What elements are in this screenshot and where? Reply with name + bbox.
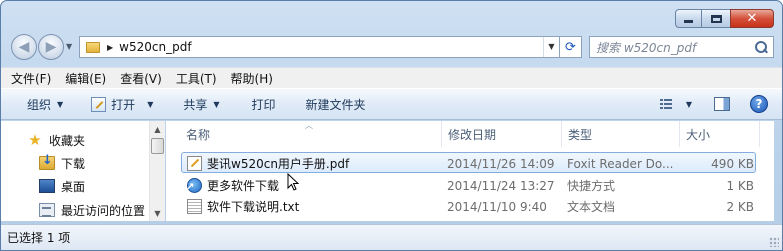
- close-button[interactable]: ✕: [730, 9, 774, 28]
- scroll-down-icon[interactable]: ▼: [150, 205, 165, 221]
- preview-pane-icon: [714, 97, 730, 111]
- column-header-type[interactable]: 类型: [562, 121, 680, 147]
- pdf-file-icon: [187, 156, 202, 171]
- change-view-button[interactable]: ▼: [659, 89, 692, 119]
- file-row[interactable]: 斐讯w520cn用户手册.pdf 2014/11/26 14:09 Foxit …: [181, 152, 756, 173]
- organize-label: 组织: [27, 97, 52, 112]
- breadcrumb-chevron-icon[interactable]: ▶: [107, 43, 113, 52]
- nav-item-label: 收藏夹: [49, 133, 86, 148]
- menu-tools[interactable]: 工具(T): [176, 70, 217, 87]
- shortcut-icon: [187, 178, 202, 193]
- text-file-icon: [187, 199, 202, 214]
- open-label: 打开: [111, 97, 136, 112]
- navigation-bar: ◀ ▶ ▼ ▶ w520cn_pdf ▼ ⟳ 搜索 w520cn_pdf: [11, 34, 774, 60]
- file-name-cell: 斐讯w520cn用户手册.pdf: [187, 153, 437, 174]
- nav-item-recent-places[interactable]: 最近访问的位置: [39, 199, 145, 221]
- file-type-cell: 快捷方式: [567, 179, 616, 193]
- menu-bar: 文件(F) 编辑(E) 查看(V) 工具(T) 帮助(H): [1, 67, 782, 88]
- chevron-down-icon: ▼: [685, 99, 692, 109]
- nav-item-favorites[interactable]: ★ 收藏夹: [27, 129, 85, 151]
- file-type-cell: 文本文档: [567, 200, 616, 214]
- nav-item-desktop[interactable]: 桌面: [39, 175, 85, 197]
- search-placeholder: 搜索 w520cn_pdf: [596, 40, 697, 55]
- menu-edit[interactable]: 编辑(E): [65, 70, 106, 87]
- maximize-icon: [710, 14, 722, 23]
- nav-item-label: 下载: [61, 156, 86, 171]
- chevron-down-icon: ▼: [213, 99, 220, 109]
- new-folder-label: 新建文件夹: [305, 97, 366, 112]
- caption-buttons: ✕: [675, 9, 774, 28]
- share-button[interactable]: 共享 ▼: [183, 89, 219, 119]
- desktop-icon: [39, 179, 55, 193]
- search-input[interactable]: 搜索 w520cn_pdf: [589, 36, 774, 58]
- search-icon[interactable]: [755, 40, 768, 54]
- nav-item-label: 最近访问的位置: [61, 203, 146, 218]
- preview-pane-button[interactable]: [714, 89, 730, 119]
- chevron-down-icon[interactable]: ▼: [147, 100, 153, 109]
- file-size-cell: 490 KB: [711, 156, 754, 171]
- back-arrow-icon: ◀: [18, 39, 30, 55]
- navigation-pane: ★ 收藏夹 下载 桌面 最近访问的位置 ▲ ▼: [1, 121, 165, 221]
- organize-button[interactable]: 组织 ▼: [27, 89, 63, 119]
- open-button[interactable]: 打开 ▼: [91, 89, 153, 119]
- help-button[interactable]: ?: [750, 89, 768, 119]
- command-bar: 组织 ▼ 打开 ▼ 共享 ▼ 打印 新建文件夹 ▼ ?: [1, 88, 782, 120]
- star-icon: ★: [28, 131, 42, 149]
- column-header-modified[interactable]: 修改日期: [442, 121, 562, 147]
- recent-places-icon: [39, 203, 55, 217]
- print-button[interactable]: 打印: [252, 89, 276, 119]
- view-details-icon: [659, 98, 674, 110]
- menu-help[interactable]: 帮助(H): [231, 70, 273, 87]
- minimize-icon: [684, 20, 693, 23]
- help-icon: ?: [750, 95, 768, 113]
- file-row[interactable]: 软件下载说明.txt 2014/11/10 9:40 文本文档 2 KB: [166, 196, 774, 217]
- file-size-cell: 1 KB: [726, 178, 754, 193]
- file-row[interactable]: 更多软件下载 2014/11/24 13:27 快捷方式 1 KB: [166, 175, 774, 196]
- forward-button[interactable]: ▶: [38, 34, 64, 60]
- mouse-cursor-icon: [287, 173, 299, 191]
- file-name-cell: 软件下载说明.txt: [187, 196, 437, 217]
- close-icon: ✕: [746, 11, 758, 26]
- file-modified-cell: 2014/11/26 14:09: [447, 156, 555, 171]
- file-name-cell: 更多软件下载: [187, 175, 437, 196]
- chevron-down-icon: ▼: [57, 99, 64, 109]
- column-header-size[interactable]: 大小: [680, 121, 760, 147]
- print-label: 打印: [251, 97, 276, 112]
- navpane-scrollbar[interactable]: ▲ ▼: [149, 121, 165, 221]
- forward-arrow-icon: ▶: [45, 39, 57, 55]
- file-type-cell: Foxit Reader Do...: [567, 156, 674, 171]
- new-folder-button[interactable]: 新建文件夹: [306, 89, 366, 119]
- scroll-up-icon[interactable]: ▲: [150, 121, 165, 137]
- folder-icon: [86, 41, 100, 53]
- file-modified-cell: 2014/11/10 9:40: [447, 199, 547, 214]
- menu-view[interactable]: 查看(V): [120, 70, 162, 87]
- recent-pages-dropdown[interactable]: ▼: [66, 42, 72, 51]
- refresh-button[interactable]: ⟳: [560, 36, 582, 58]
- explorer-window: ✕ ◀ ▶ ▼ ▶ w520cn_pdf ▼ ⟳ 搜索 w520cn_pdf 文…: [0, 0, 783, 251]
- file-modified-cell: 2014/11/24 13:27: [447, 178, 555, 193]
- column-header-row: 名称 ︿ 修改日期 类型 大小: [166, 121, 774, 147]
- nav-item-label: 桌面: [61, 179, 86, 194]
- downloads-folder-icon: [39, 153, 55, 170]
- refresh-icon: ⟳: [565, 39, 576, 55]
- share-label: 共享: [183, 97, 208, 112]
- menu-file[interactable]: 文件(F): [11, 70, 51, 87]
- status-text: 已选择 1 项: [7, 231, 71, 245]
- address-bar[interactable]: ▶ w520cn_pdf ▼: [79, 36, 560, 58]
- sort-ascending-icon: ︿: [305, 121, 313, 130]
- status-bar: 已选择 1 项: [1, 224, 782, 250]
- address-history-dropdown[interactable]: ▼: [543, 37, 559, 57]
- file-list: 名称 ︿ 修改日期 类型 大小 斐讯w520cn用户手册.pdf 2014/11…: [166, 121, 774, 221]
- nav-item-downloads[interactable]: 下载: [39, 152, 85, 174]
- back-button[interactable]: ◀: [11, 34, 37, 60]
- file-size-cell: 2 KB: [726, 199, 754, 214]
- resize-grip-icon[interactable]: [769, 237, 779, 247]
- scroll-thumb[interactable]: [151, 138, 164, 154]
- foxit-open-icon: [91, 96, 107, 112]
- address-path[interactable]: w520cn_pdf: [119, 40, 191, 54]
- minimize-button[interactable]: [675, 9, 702, 28]
- maximize-button[interactable]: [701, 9, 731, 28]
